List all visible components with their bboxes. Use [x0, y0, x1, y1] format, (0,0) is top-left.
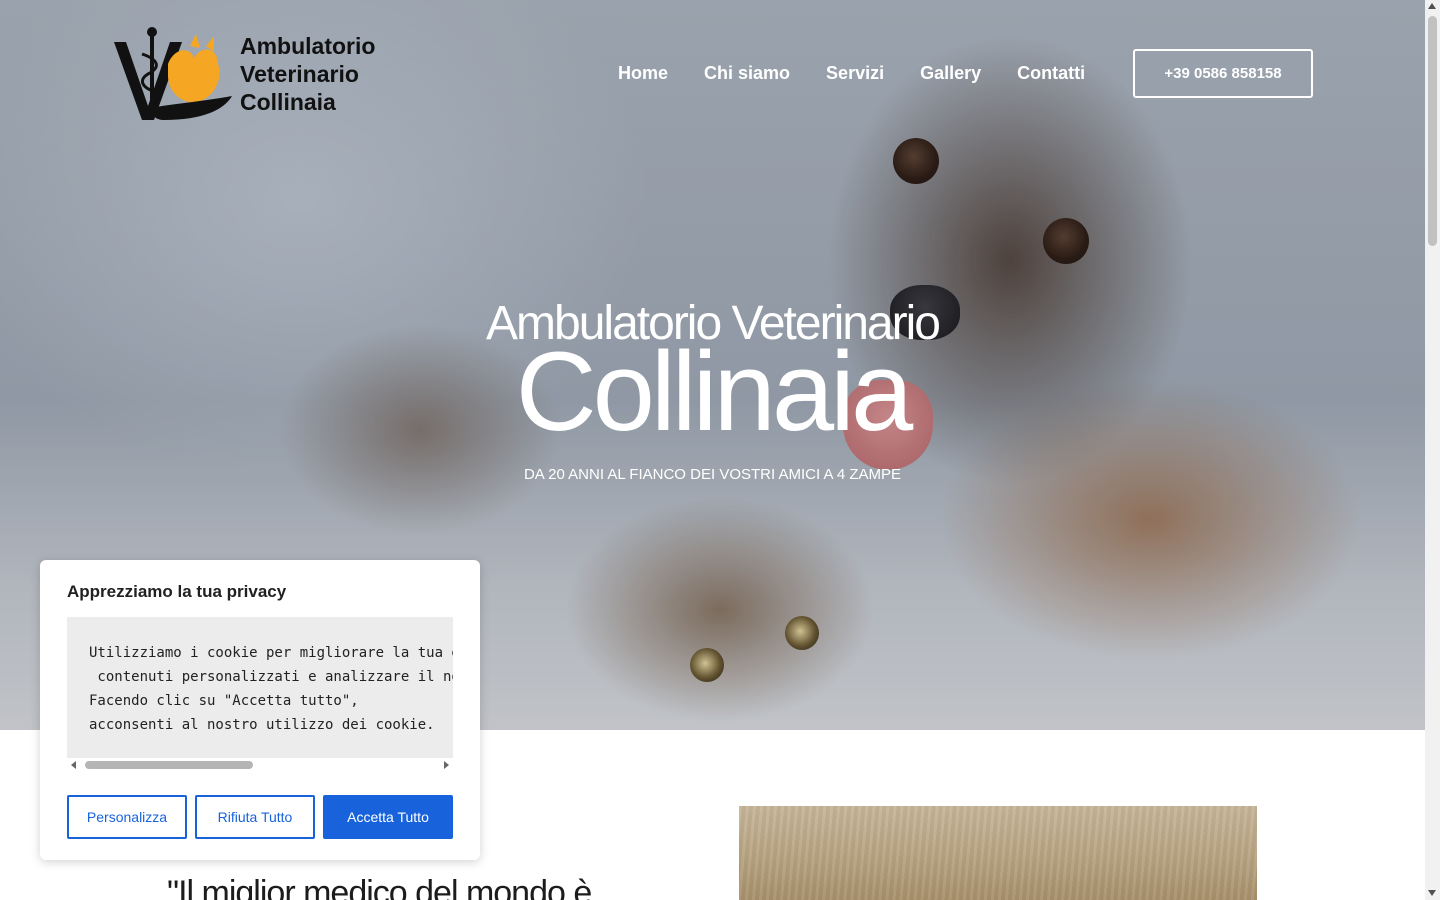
cookie-banner: Apprezziamo la tua privacy Utilizziamo i…: [40, 560, 480, 860]
page-scrollbar-thumb[interactable]: [1428, 16, 1437, 246]
customize-button[interactable]: Personalizza: [67, 795, 187, 839]
logo-wordmark: Ambulatorio Veterinario Collinaia: [240, 32, 375, 116]
scroll-right-arrow-icon[interactable]: [444, 761, 449, 769]
main-nav: Home Chi siamo Servizi Gallery Contatti: [618, 62, 1085, 84]
vet-logo-icon: [112, 24, 236, 124]
hero-subtitle: DA 20 ANNI AL FIANCO DEI VOSTRI AMICI A …: [523, 466, 902, 483]
scroll-down-arrow-icon[interactable]: [1428, 890, 1436, 896]
nav-gallery[interactable]: Gallery: [920, 62, 981, 84]
nav-contatti[interactable]: Contatti: [1017, 62, 1085, 84]
logo-line-2: Veterinario: [240, 61, 359, 87]
cookie-body-text: Utilizziamo i cookie per migliorare la t…: [89, 645, 453, 733]
cookie-text-scrollbar[interactable]: [67, 758, 453, 772]
logo-line-3: Collinaia: [240, 89, 336, 115]
nav-servizi[interactable]: Servizi: [826, 62, 884, 84]
scroll-up-arrow-icon[interactable]: [1428, 3, 1436, 9]
page-scrollbar[interactable]: [1425, 0, 1440, 900]
cookie-text-box[interactable]: Utilizziamo i cookie per migliorare la t…: [67, 617, 453, 758]
accept-all-button[interactable]: Accetta Tutto: [323, 795, 453, 839]
quote-heading: "Il miglior medico del mondo è: [167, 874, 592, 900]
phone-button[interactable]: +39 0586 858158: [1133, 49, 1313, 98]
reject-all-button[interactable]: Rifiuta Tutto: [195, 795, 315, 839]
logo-line-1: Ambulatorio: [240, 33, 376, 59]
cookie-scrollbar-thumb[interactable]: [85, 761, 253, 769]
site-logo[interactable]: Ambulatorio Veterinario Collinaia: [112, 24, 402, 124]
scroll-left-arrow-icon[interactable]: [71, 761, 76, 769]
about-photo: [739, 806, 1257, 900]
nav-chi-siamo[interactable]: Chi siamo: [704, 62, 790, 84]
hero-title-line-2: Collinaia: [515, 329, 914, 454]
nav-home[interactable]: Home: [618, 62, 668, 84]
cookie-title: Apprezziamo la tua privacy: [67, 582, 287, 601]
